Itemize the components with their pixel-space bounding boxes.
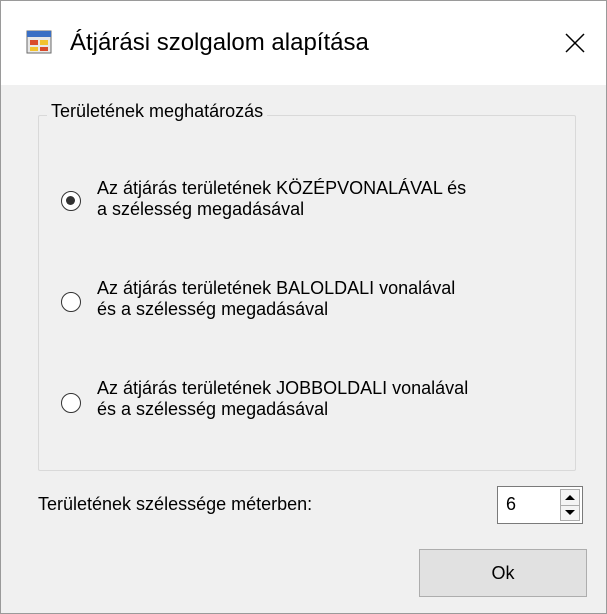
radio-button-left-line[interactable]: [61, 292, 81, 312]
radio-label-left-line[interactable]: Az átjárás területének BALOLDALI vonaláv…: [97, 278, 455, 320]
radio-label-centerline[interactable]: Az átjárás területének KÖZÉPVONALÁVAL és…: [97, 178, 466, 220]
width-label: Területének szélessége méterben:: [38, 494, 313, 514]
radio-button-right-line[interactable]: [61, 393, 81, 413]
stepper-buttons: [560, 489, 580, 521]
window-app-icon: [26, 30, 52, 54]
group-label: Területének meghatározás: [47, 101, 268, 122]
window-title: Átjárási szolgalom alapítása: [70, 29, 369, 56]
width-value[interactable]: 6: [506, 494, 516, 515]
stepper-down-button[interactable]: [561, 505, 579, 520]
radio-option-left-line[interactable]: Az átjárás területének BALOLDALI vonaláv…: [61, 278, 561, 338]
radio-option-right-line[interactable]: Az átjárás területének JOBBOLDALI vonalá…: [61, 378, 561, 438]
ok-button[interactable]: Ok: [419, 549, 587, 597]
radio-button-centerline[interactable]: [61, 191, 81, 211]
chevron-down-icon: [565, 510, 575, 515]
stepper-up-button[interactable]: [561, 490, 579, 506]
width-stepper[interactable]: 6: [497, 486, 583, 524]
radio-label-right-line[interactable]: Az átjárás területének JOBBOLDALI vonalá…: [97, 378, 468, 420]
dialog-window: Átjárási szolgalom alapítása Területének…: [0, 0, 607, 614]
chevron-up-icon: [565, 495, 575, 500]
radio-option-centerline[interactable]: Az átjárás területének KÖZÉPVONALÁVAL és…: [61, 178, 561, 238]
title-bar[interactable]: Átjárási szolgalom alapítása: [1, 1, 606, 85]
close-icon: [565, 33, 585, 53]
close-button[interactable]: [544, 1, 606, 85]
